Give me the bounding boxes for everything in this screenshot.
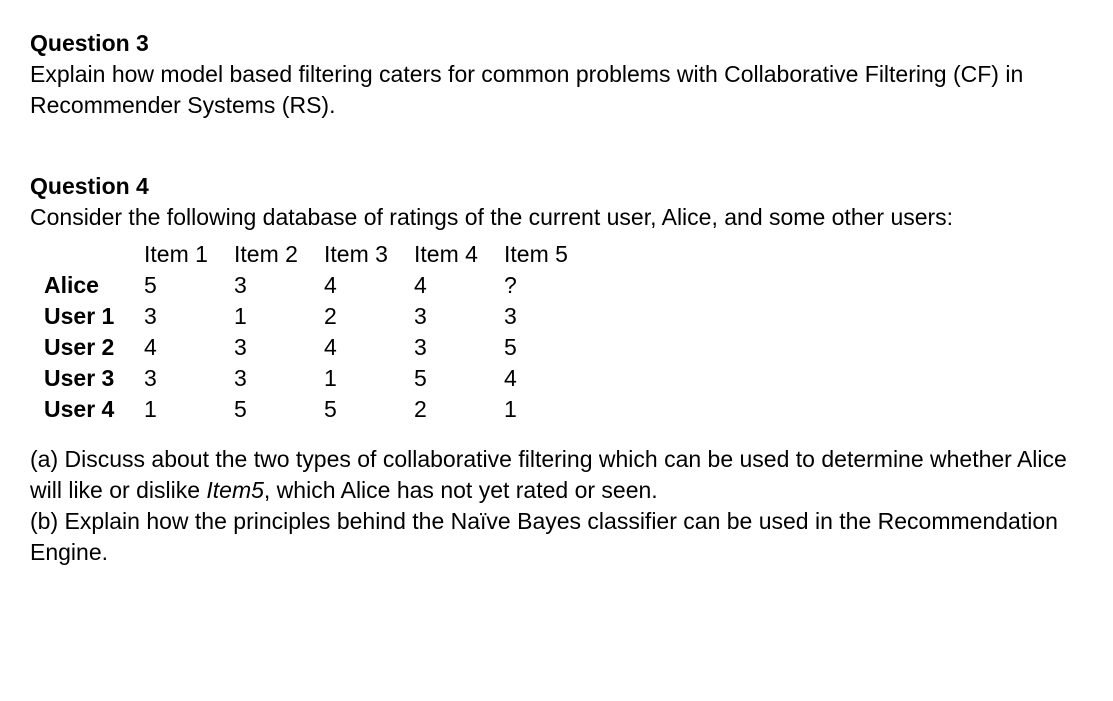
table-cell: 4 bbox=[504, 363, 594, 394]
row-label: User 1 bbox=[44, 301, 144, 332]
table-header-cell bbox=[44, 239, 144, 270]
table-cell: 1 bbox=[504, 394, 594, 425]
table-cell: 5 bbox=[414, 363, 504, 394]
table-cell: 5 bbox=[234, 394, 324, 425]
ratings-table: Item 1 Item 2 Item 3 Item 4 Item 5 Alice… bbox=[44, 239, 594, 425]
table-cell: 1 bbox=[234, 301, 324, 332]
table-cell: 2 bbox=[324, 301, 414, 332]
part-a-italic: Item5 bbox=[206, 477, 264, 503]
table-row: User 1 3 1 2 3 3 bbox=[44, 301, 594, 332]
table-header-cell: Item 2 bbox=[234, 239, 324, 270]
question-4-part-b: (b) Explain how the principles behind th… bbox=[30, 506, 1083, 568]
table-row: Alice 5 3 4 4 ? bbox=[44, 270, 594, 301]
table-cell: 2 bbox=[414, 394, 504, 425]
table-row: User 3 3 3 1 5 4 bbox=[44, 363, 594, 394]
table-cell: 3 bbox=[144, 301, 234, 332]
row-label: User 4 bbox=[44, 394, 144, 425]
question-4-intro: Consider the following database of ratin… bbox=[30, 202, 1083, 233]
table-cell: 3 bbox=[234, 332, 324, 363]
table-header-cell: Item 4 bbox=[414, 239, 504, 270]
table-cell: 3 bbox=[234, 270, 324, 301]
question-3-heading: Question 3 bbox=[30, 28, 1083, 59]
row-label: User 3 bbox=[44, 363, 144, 394]
question-3-body: Explain how model based filtering caters… bbox=[30, 59, 1083, 121]
table-cell: 1 bbox=[144, 394, 234, 425]
table-cell: 5 bbox=[504, 332, 594, 363]
table-row: User 4 1 5 5 2 1 bbox=[44, 394, 594, 425]
table-cell: 3 bbox=[414, 301, 504, 332]
table-cell: 1 bbox=[324, 363, 414, 394]
table-cell: 4 bbox=[324, 332, 414, 363]
table-cell: 5 bbox=[324, 394, 414, 425]
table-cell: 5 bbox=[144, 270, 234, 301]
table-header-row: Item 1 Item 2 Item 3 Item 4 Item 5 bbox=[44, 239, 594, 270]
question-4-heading: Question 4 bbox=[30, 171, 1083, 202]
table-cell: 3 bbox=[504, 301, 594, 332]
table-cell: 4 bbox=[144, 332, 234, 363]
part-a-suffix: , which Alice has not yet rated or seen. bbox=[264, 477, 658, 503]
table-cell: ? bbox=[504, 270, 594, 301]
question-4-part-a: (a) Discuss about the two types of colla… bbox=[30, 444, 1083, 506]
table-cell: 3 bbox=[144, 363, 234, 394]
table-header-cell: Item 5 bbox=[504, 239, 594, 270]
question-4: Question 4 Consider the following databa… bbox=[30, 171, 1083, 568]
row-label: User 2 bbox=[44, 332, 144, 363]
table-cell: 4 bbox=[324, 270, 414, 301]
question-3: Question 3 Explain how model based filte… bbox=[30, 28, 1083, 121]
table-cell: 3 bbox=[234, 363, 324, 394]
table-cell: 3 bbox=[414, 332, 504, 363]
table-cell: 4 bbox=[414, 270, 504, 301]
row-label: Alice bbox=[44, 270, 144, 301]
table-header-cell: Item 1 bbox=[144, 239, 234, 270]
table-header-cell: Item 3 bbox=[324, 239, 414, 270]
table-row: User 2 4 3 4 3 5 bbox=[44, 332, 594, 363]
